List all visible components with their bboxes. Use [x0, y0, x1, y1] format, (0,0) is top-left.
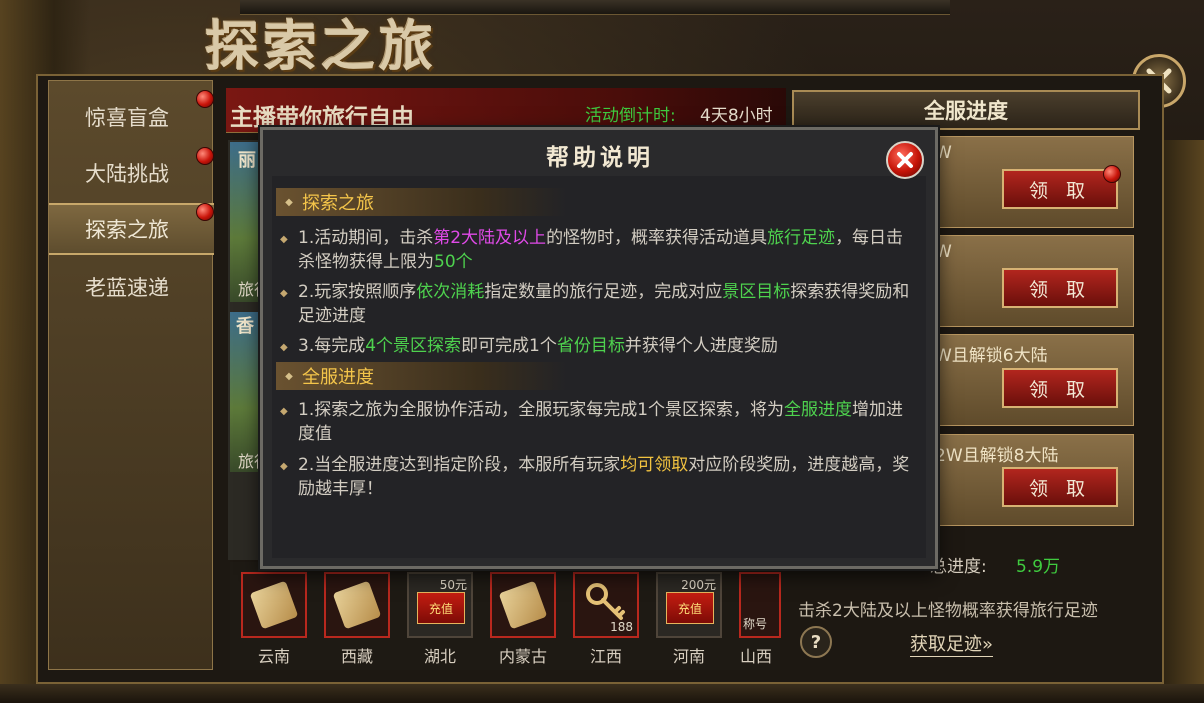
sidebar-item-label: 大陆挑战: [85, 162, 169, 186]
notification-dot: [196, 203, 214, 221]
countdown-label: 活动倒计时:: [585, 106, 676, 126]
reward-item-scroll[interactable]: [490, 572, 556, 638]
diamond-bullet-icon: ◆: [280, 342, 288, 353]
bottom-ornament-bar: [0, 684, 1204, 703]
reward-item-recharge-card[interactable]: 50元 充值: [407, 572, 473, 638]
reward-item-recharge-card[interactable]: 200元 充值: [656, 572, 722, 638]
reward-caption: 2W且解锁8大陆: [935, 446, 1059, 466]
close-icon: [897, 152, 913, 168]
tab-server-progress[interactable]: 全服进度: [792, 90, 1140, 130]
help-paragraph: ◆ 3.每完成4个景区探索即可完成1个省份目标并获得个人进度奖励: [280, 334, 920, 360]
sidebar-item-continent-challenge[interactable]: 大陆挑战: [49, 147, 214, 199]
reward-item-title-badge[interactable]: 称号: [739, 572, 781, 638]
item-count: 188: [610, 620, 633, 634]
section-heading: ◆ 全服进度: [276, 362, 566, 390]
scroll-icon: [249, 580, 299, 630]
sidebar-item-express[interactable]: 老蓝速递: [49, 261, 214, 313]
sidebar-item-label: 探索之旅: [85, 218, 169, 242]
section-heading-text: 探索之旅: [302, 193, 374, 214]
sidebar-item-explore-journey[interactable]: 探索之旅: [49, 203, 214, 255]
claim-button[interactable]: 领 取: [1002, 467, 1118, 507]
total-progress-label: 总进度:: [930, 557, 987, 577]
item-label: 江西: [589, 647, 622, 666]
diamond-bullet-icon: ◆: [285, 196, 293, 208]
diamond-bullet-icon: ◆: [280, 234, 288, 245]
recharge-card-icon: 充值: [666, 592, 714, 624]
help-dialog-title: 帮助说明: [546, 144, 654, 171]
item-label: 西藏: [340, 647, 373, 666]
help-paragraph: ◆ 1.探索之旅为全服协作活动，全服玩家每完成1个景区探索，将为全服进度增加进度…: [280, 398, 920, 446]
reward-item-scroll[interactable]: [324, 572, 390, 638]
help-dialog-close-button[interactable]: [886, 141, 924, 179]
help-paragraph: ◆ 2.玩家按照顺序依次消耗指定数量的旅行足迹，完成对应景区目标探索获得奖励和足…: [280, 280, 920, 328]
section-heading: ◆ 探索之旅: [276, 188, 566, 216]
notification-dot: [1103, 165, 1121, 183]
item-amount: 200元: [681, 578, 716, 592]
help-paragraph: ◆ 2.当全服进度达到指定阶段，本服所有玩家均可领取对应阶段奖励，进度越高，奖励…: [280, 453, 920, 501]
notification-dot: [196, 147, 214, 165]
help-paragraph-text: 1.探索之旅为全服协作活动，全服玩家每完成1个景区探索，将为全服进度增加进度值: [298, 400, 904, 444]
section-heading-text: 全服进度: [302, 367, 374, 388]
diamond-bullet-icon: ◆: [280, 461, 288, 472]
claim-button[interactable]: 领 取: [1002, 169, 1118, 209]
help-button[interactable]: ?: [800, 626, 832, 658]
window-title: 探索之旅: [205, 14, 437, 78]
scroll-icon: [498, 580, 548, 630]
help-paragraph: ◆ 1.活动期间，击杀第2大陆及以上的怪物时，概率获得活动道具旅行足迹，每日击杀…: [280, 226, 920, 274]
sidebar-item-label: 老蓝速递: [85, 276, 169, 300]
total-progress-value: 5.9万: [1016, 557, 1061, 577]
reward-caption: W且解锁6大陆: [935, 346, 1048, 366]
help-paragraph-text: 1.活动期间，击杀第2大陆及以上的怪物时，概率获得活动道具旅行足迹，每日击杀怪物…: [298, 228, 904, 272]
recharge-card-icon: 充值: [417, 592, 465, 624]
notification-dot: [196, 90, 214, 108]
item-amount: 50元: [439, 578, 467, 592]
scroll-icon: [332, 580, 382, 630]
sidebar-item-label: 惊喜盲盒: [85, 106, 169, 130]
item-label: 河南: [672, 647, 705, 666]
reward-item-key[interactable]: 188: [573, 572, 639, 638]
item-label: 山西: [739, 647, 772, 666]
get-footprint-link[interactable]: 获取足迹»: [910, 630, 994, 657]
scenic-card-title: 香: [236, 316, 254, 337]
help-paragraph-text: 2.当全服进度达到指定阶段，本服所有玩家均可领取对应阶段奖励，进度越高，奖励越丰…: [298, 455, 910, 499]
help-paragraph-text: 3.每完成4个景区探索即可完成1个省份目标并获得个人进度奖励: [298, 336, 778, 356]
sidebar-item-surprise-box[interactable]: 惊喜盲盒: [49, 91, 214, 143]
countdown-value: 4天8小时: [700, 106, 773, 126]
scenic-card-title: 丽: [238, 150, 256, 171]
diamond-bullet-icon: ◆: [280, 406, 288, 417]
item-label: 云南: [257, 647, 290, 666]
footprint-hint: 击杀2大陆及以上怪物概率获得旅行足迹: [798, 601, 1098, 621]
sidebar: 惊喜盲盒 大陆挑战 探索之旅 老蓝速递: [48, 80, 214, 670]
diamond-bullet-icon: ◆: [285, 370, 293, 382]
item-label: 湖北: [423, 647, 456, 666]
diamond-bullet-icon: ◆: [280, 288, 288, 299]
title-badge-icon: 称号: [743, 617, 768, 631]
claim-button[interactable]: 领 取: [1002, 368, 1118, 408]
reward-item-scroll[interactable]: [241, 572, 307, 638]
item-label: 内蒙古: [498, 647, 547, 666]
help-paragraph-text: 2.玩家按照顺序依次消耗指定数量的旅行足迹，完成对应景区目标探索获得奖励和足迹进…: [298, 282, 910, 326]
claim-button[interactable]: 领 取: [1002, 268, 1118, 308]
